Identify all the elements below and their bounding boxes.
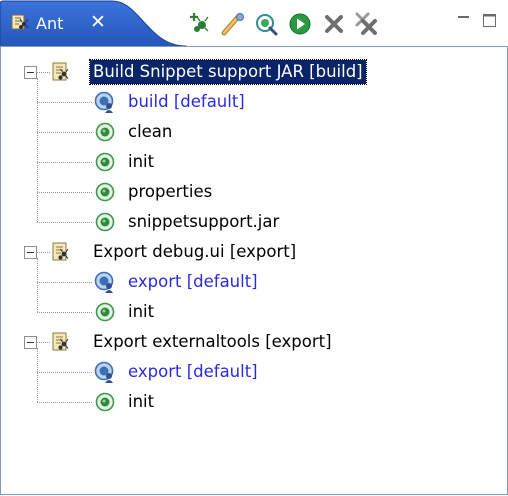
target-label: snippetsupport.jar: [128, 212, 280, 231]
add-buildfile-icon: [190, 13, 209, 32]
tree-item-target[interactable]: init: [0, 297, 508, 327]
search-buildfile-icon: [221, 13, 244, 36]
ant-buildfile-icon: [50, 331, 72, 353]
hide-internal-targets-button[interactable]: [253, 11, 279, 37]
target-icon: [94, 301, 116, 323]
target-icon: [94, 211, 116, 233]
buildfile-label: Build Snippet support JAR [build]: [89, 59, 367, 85]
remove-icon: [325, 15, 343, 33]
tree-item-target[interactable]: export [default]: [0, 267, 508, 297]
add-buildfiles-with-search-button[interactable]: [220, 11, 246, 37]
remove-all-icon: [355, 12, 377, 35]
tree-item-target[interactable]: init: [0, 147, 508, 177]
tree-item-target[interactable]: build [default]: [0, 87, 508, 117]
target-label: init: [128, 152, 155, 171]
ant-targets-tree[interactable]: Build Snippet support JAR [build] build […: [0, 47, 508, 494]
ant-view-icon: [10, 12, 30, 32]
maximize-icon: [483, 14, 496, 27]
tree-item-target[interactable]: export [default]: [0, 357, 508, 387]
target-label: export [default]: [128, 362, 258, 381]
run-target-button[interactable]: [287, 11, 313, 37]
ant-buildfile-icon: [50, 241, 72, 263]
target-icon: [94, 391, 116, 413]
maximize-button[interactable]: [482, 13, 498, 29]
tree-item-buildfile[interactable]: Build Snippet support JAR [build]: [0, 57, 508, 87]
target-label: init: [128, 302, 155, 321]
view-header: Ant ✕: [0, 0, 508, 47]
target-label: export [default]: [128, 272, 258, 291]
target-icon: [94, 181, 116, 203]
target-icon: [94, 151, 116, 173]
run-icon: [289, 13, 311, 35]
close-icon[interactable]: ✕: [88, 12, 108, 32]
default-target-icon: [94, 271, 116, 293]
tree-item-target[interactable]: snippetsupport.jar: [0, 207, 508, 237]
target-icon: [94, 121, 116, 143]
remove-button[interactable]: [321, 11, 347, 37]
remove-all-button[interactable]: [353, 11, 379, 37]
default-target-icon: [94, 361, 116, 383]
buildfile-label: Export externaltools [export]: [93, 332, 332, 351]
tree-item-buildfile[interactable]: Export debug.ui [export]: [0, 237, 508, 267]
tree-item-target[interactable]: clean: [0, 117, 508, 147]
target-label: build [default]: [128, 92, 245, 111]
minimize-icon: [458, 16, 469, 18]
target-label: init: [128, 392, 155, 411]
tree-item-buildfile[interactable]: Export externaltools [export]: [0, 327, 508, 357]
tree-item-target[interactable]: properties: [0, 177, 508, 207]
filter-targets-icon: [256, 14, 278, 36]
target-label: clean: [128, 122, 173, 141]
minimize-button[interactable]: [456, 13, 472, 29]
tab-ant-label: Ant: [36, 14, 64, 33]
tree-item-target[interactable]: init: [0, 387, 508, 417]
tab-ant[interactable]: Ant ✕: [0, 0, 190, 47]
ant-buildfile-icon: [50, 61, 72, 83]
add-buildfiles-button[interactable]: [187, 11, 213, 37]
buildfile-label: Export debug.ui [export]: [93, 242, 297, 261]
target-label: properties: [128, 182, 213, 201]
default-target-icon: [94, 91, 116, 113]
